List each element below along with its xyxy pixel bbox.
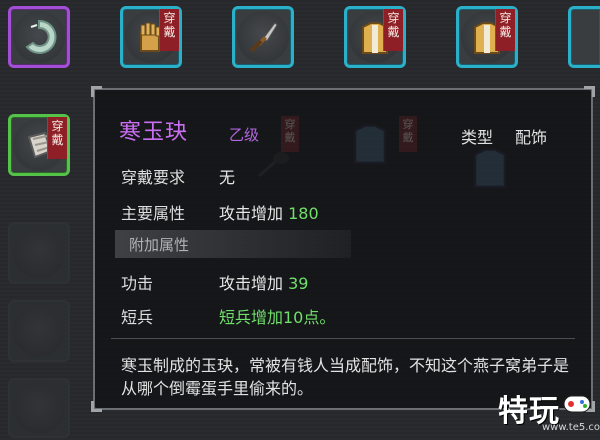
site-watermark: 特玩 www.te5.com (498, 382, 600, 438)
inventory-slot-robe-2[interactable]: 穿戴 (456, 6, 518, 68)
gamepad-icon (562, 392, 592, 420)
main-attribute-number: 180 (288, 204, 319, 223)
empty-slot-icon (13, 305, 65, 357)
requirement-label: 穿戴要求 (121, 168, 186, 187)
inventory-slot-dagger[interactable] (232, 6, 294, 68)
inventory-slot-partial[interactable] (568, 6, 600, 68)
inventory-slot-empty[interactable] (8, 222, 70, 284)
inventory-slot-gauntlet[interactable]: 穿戴 (120, 6, 182, 68)
extra-attribute-1-value: 攻击增加 39 (219, 270, 308, 294)
dagger-icon (237, 11, 289, 63)
ghost-robe-icon (345, 118, 395, 172)
ghost-robe-icon (465, 142, 515, 196)
wear-tag: 穿戴 (495, 9, 515, 51)
ghost-staff-icon (255, 148, 295, 182)
extra-attribute-2-value: 短兵增加10点。 (219, 308, 336, 327)
item-grade: 乙级 (229, 126, 260, 144)
ghost-wear-tag: 穿戴 (281, 116, 299, 152)
tooltip-corner (91, 86, 102, 97)
main-attribute-value: 攻击增加 180 (219, 200, 319, 224)
inventory-slot-bracer[interactable]: 穿戴 (8, 114, 70, 176)
item-type-value: 配饰 (515, 128, 548, 147)
inventory-slot-empty[interactable] (8, 378, 70, 438)
inventory-slot-empty[interactable] (8, 300, 70, 362)
empty-slot-icon (13, 382, 65, 434)
tooltip-corner (91, 401, 102, 412)
tooltip-corner (584, 86, 595, 97)
inventory-slot-robe-1[interactable]: 穿戴 (344, 6, 406, 68)
extra-attribute-1-label: 功击 (121, 274, 154, 293)
item-name: 寒玉玦 (119, 120, 189, 145)
item-tooltip: 穿戴 穿戴 寒玉玦 乙级 类型 配饰 穿戴要求 无 主要属性 攻击增加 180 … (91, 86, 595, 412)
main-attribute-text: 攻击增加 (219, 204, 284, 223)
extra-attributes-title: 附加属性 (129, 236, 190, 254)
description-divider (111, 338, 575, 339)
requirement-value: 无 (219, 168, 236, 187)
main-attribute-label: 主要属性 (121, 204, 186, 223)
jade-ring-icon (13, 11, 65, 63)
empty-slot-icon (13, 227, 65, 279)
wear-tag: 穿戴 (47, 117, 67, 159)
extra-attribute-1-number: 39 (288, 274, 309, 293)
watermark-url: www.te5.com (542, 422, 600, 433)
ghost-wear-tag: 穿戴 (399, 116, 417, 152)
extra-attribute-2-label: 短兵 (121, 308, 154, 327)
extra-attribute-1-text: 攻击增加 (219, 274, 284, 293)
wear-tag: 穿戴 (159, 9, 179, 51)
item-type-label: 类型 (461, 128, 494, 147)
wear-tag: 穿戴 (383, 9, 403, 51)
inventory-slot-jade-ring[interactable] (8, 6, 70, 68)
